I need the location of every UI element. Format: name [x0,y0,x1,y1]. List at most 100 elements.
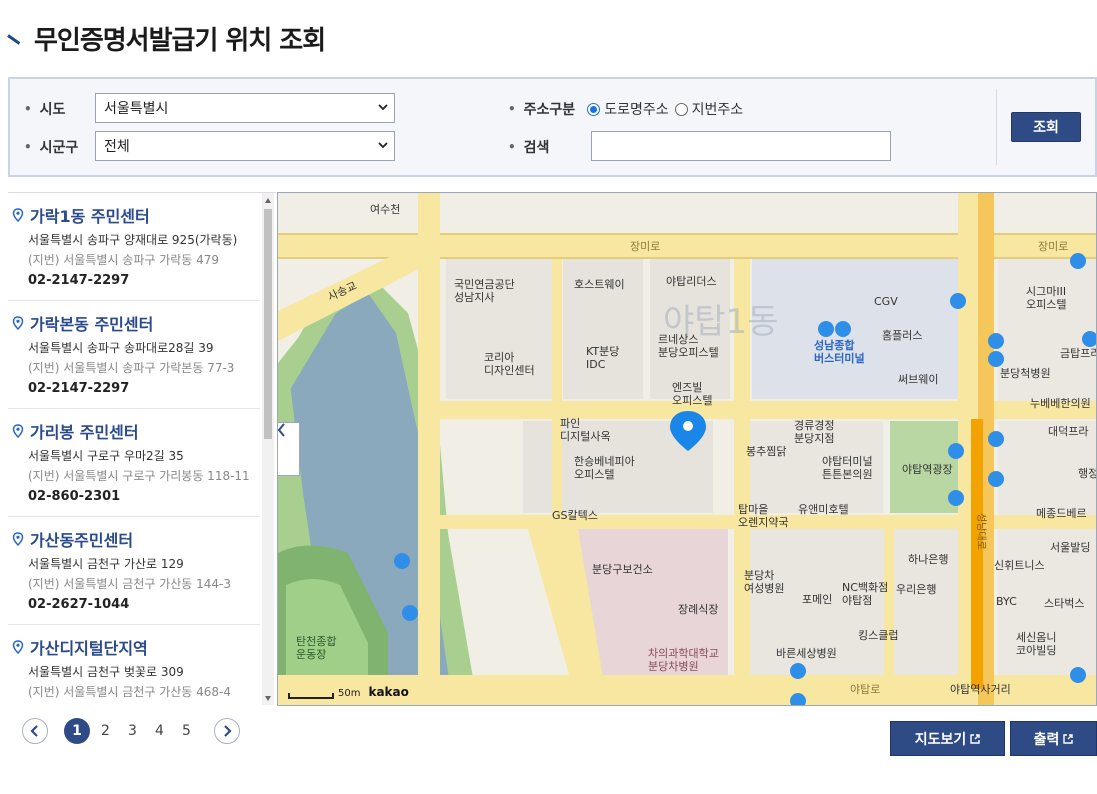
map-scale: 50m kakao [288,685,409,699]
map-label: BYC [996,595,1017,608]
chevron-left-icon [278,423,285,437]
result-list-items: 가락1동 주민센터서울특별시 송파구 양재대로 925(가락동) (지번) 서울특… [8,193,260,705]
prev-page-button[interactable] [22,718,48,744]
addr-type-field: 주소구분 도로명주소 지번주소 [508,99,749,119]
addr-jibun-radio[interactable]: 지번주소 [674,99,743,119]
scale-label: 50m [338,688,361,699]
page-number-button[interactable]: 2 [92,723,119,739]
map-label: 홈플러스 [882,328,922,342]
action-buttons: 지도보기 출력 [890,721,1097,756]
chevron-left-icon [30,725,38,737]
map-label: 야탑리더스 [666,275,717,288]
map-label: 야탑역광장 [902,463,953,476]
map-label: 경류경정 분당지점 [794,419,834,445]
map-label: 유앤미호텔 [798,503,849,516]
list-item[interactable]: 가산동주민센터 서울특별시 금천구 가산로 129 (지번) 서울특별시 금천구 가… [8,517,260,625]
list-item-name[interactable]: 가락1동 주민센터 [30,203,150,227]
list-item[interactable]: 가락1동 주민센터서울특별시 송파구 양재대로 925(가락동) (지번) 서울특… [8,193,260,301]
list-item-road-address: 서울특별시 송파구 송파대로28길 39 [28,341,214,355]
map-label: 금탑프라 [1060,347,1097,360]
list-item-phone: 02-860-2301 [28,489,121,504]
list-item[interactable]: 가락본동 주민센터 서울특별시 송파구 송파대로28길 39 (지번) 서울특별시 … [8,301,260,409]
list-item-jibun-address: (지번) 서울특별시 구로구 가리봉동 118-11 [28,469,250,483]
list-scrollbar[interactable] [262,193,274,705]
next-page-button[interactable] [214,718,240,744]
page-numbers: 12345 [64,718,200,744]
list-item-title-row: 가산동주민센터 [12,527,260,551]
search-panel: 시도 서울특별시 시군구 전체 주소구분 도로명주소 지번주소 검색 조회 [8,77,1097,177]
list-item-road-address: 서울특별시 송파구 양재대로 925(가락동) [28,233,238,247]
list-item-road-address: 서울특별시 금천구 가산로 129 [28,557,184,571]
map-label: 여수천 [370,202,400,216]
location-pin-icon [12,424,24,438]
map-label: 대덕프라 [1048,425,1088,438]
chevron-right-icon [224,725,232,737]
title-slash-icon [8,30,24,46]
search-divider [996,89,997,165]
map-label: 분당구보건소 [592,563,653,576]
map-label: 호스트웨이 [574,278,625,291]
map-collapse-toggle[interactable] [278,422,300,476]
page-title-row: 무인증명서발급기 위치 조회 [8,18,326,58]
list-item-road-address: 서울특별시 구로구 우마2길 35 [28,449,184,463]
list-item-name[interactable]: 가산동주민센터 [30,527,133,551]
map-label: 야탑역사거리 [950,683,1011,696]
map-label: 분당척병원 [1000,367,1051,380]
page-number-button[interactable]: 4 [146,723,173,739]
list-item[interactable]: 가산디지털단지역 서울특별시 금천구 벚꽃로 309 (지번) 서울특별시 금천구 … [8,625,260,705]
sido-select[interactable]: 서울특별시 [95,93,395,123]
list-item-phone: 02-2147-2297 [28,381,130,396]
list-item-name[interactable]: 가리봉 주민센터 [30,419,139,443]
sigungu-select[interactable]: 전체 [95,131,395,161]
page-number-button[interactable]: 1 [64,718,90,744]
map-view-button[interactable]: 지도보기 [890,721,1005,756]
radio-checked-icon [587,102,601,116]
location-pin-icon [12,208,24,222]
map-label: CGV [874,295,898,308]
list-item-name[interactable]: 가산디지털단지역 [30,635,148,659]
map-label: 바른세상병원 [776,647,837,660]
list-item[interactable]: 가리봉 주민센터서울특별시 구로구 우마2길 35 (지번) 서울특별시 구로구 … [8,409,260,517]
print-button[interactable]: 출력 [1010,721,1097,756]
location-pin-icon [12,532,24,546]
pagination: 12345 [22,717,240,745]
map-label: 야탑터미널 튼튼본의원 [822,455,873,481]
print-label: 출력 [1033,731,1060,748]
keyword-input[interactable] [591,131,891,161]
sido-label: 시도 [24,99,66,119]
scroll-up-icon[interactable] [265,198,271,203]
keyword-field: 검색 [508,137,550,157]
scale-bar [288,693,334,699]
map-view-label: 지도보기 [914,731,967,748]
result-list: 가락1동 주민센터서울특별시 송파구 양재대로 925(가락동) (지번) 서울특… [8,192,276,705]
page-number-button[interactable]: 5 [173,723,200,739]
addr-road-radio[interactable]: 도로명주소 [587,99,669,119]
chevron-down-icon [378,104,388,111]
map-label: 장미로 [630,240,660,253]
map-label: 장례식장 [678,603,718,616]
sido-select-value: 서울특별시 [104,101,169,117]
map-label: GS칼텍스 [552,509,598,522]
sigungu-field: 시군구 [24,137,79,157]
list-item-jibun-address: (지번) 서울특별시 금천구 가산동 468-4 [28,685,232,699]
query-button[interactable]: 조회 [1011,112,1081,142]
scroll-thumb[interactable] [264,209,272,439]
list-item-phone: 02-2147-2297 [28,273,130,288]
map-label: 행정 [1078,467,1097,480]
addr-road-label: 도로명주소 [604,102,669,118]
map-label: 서울발딩 [1050,541,1090,554]
map-label: 누베베한의원 [1030,397,1091,410]
external-link-icon [970,733,980,744]
map-label: 메종드베르 [1036,507,1087,520]
list-item-name[interactable]: 가락본동 주민센터 [30,311,153,335]
external-link-icon [1063,733,1074,744]
list-item-jibun-address: (지번) 서울특별시 송파구 가락동 479 [28,253,220,267]
scroll-down-icon[interactable] [265,696,271,701]
list-item-title-row: 가산디지털단지역 [12,635,260,659]
map-label: 세신옴니 코아빌딩 [1016,631,1056,657]
list-item-phone: 02-2627-1044 [28,597,130,612]
page-number-button[interactable]: 3 [119,723,146,739]
map-canvas[interactable]: 야탑1동 여수천 장미로 장미로 사송교 국민연금공단 성남지사 코리아 디자인센터… [278,193,1097,706]
sido-field: 시도 [24,99,66,119]
map-view[interactable]: 야탑1동 여수천 장미로 장미로 사송교 국민연금공단 성남지사 코리아 디자인센터… [277,192,1097,706]
